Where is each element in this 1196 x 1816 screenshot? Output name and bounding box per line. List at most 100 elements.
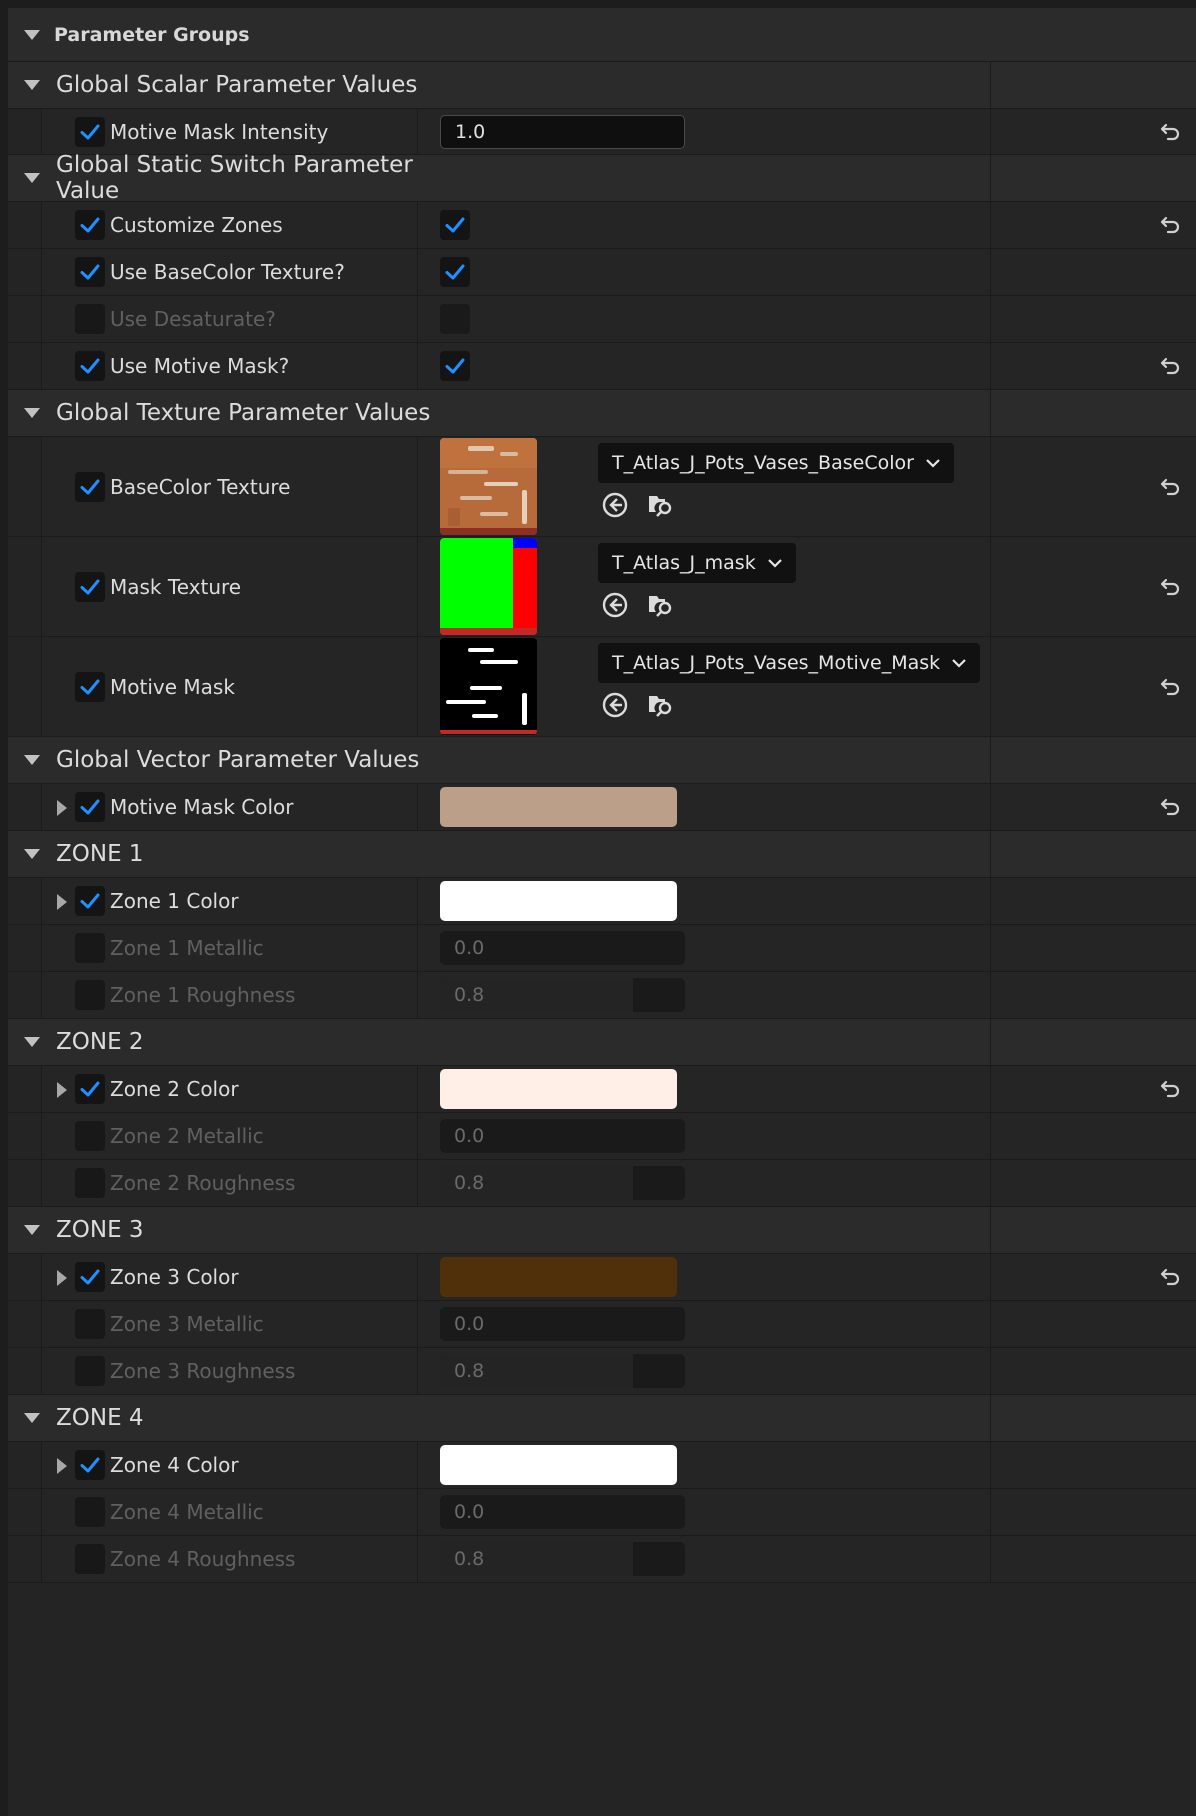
header-title: Parameter Groups [54,23,250,46]
param-label: Use Desaturate? [110,307,276,331]
collapse-arrow-icon[interactable] [24,408,40,418]
group-zone-1[interactable]: ZONE 1 [8,831,1196,878]
details-panel: Parameter Groups Global Scalar Parameter… [8,8,1196,1816]
collapse-arrow-icon[interactable] [24,1225,40,1235]
override-checkbox[interactable] [75,792,105,822]
override-checkbox[interactable] [75,933,105,963]
param-row-zone-4-metallic: Zone 4 Metallic 0.0 [8,1489,1196,1536]
mask-asset-combo[interactable]: T_Atlas_J_mask [598,543,796,583]
value-checkbox[interactable] [440,304,470,334]
collapse-arrow-icon[interactable] [24,849,40,859]
override-checkbox[interactable] [75,672,105,702]
param-label: Zone 3 Roughness [110,1359,296,1383]
reset-to-default-icon[interactable] [1158,474,1184,500]
use-selected-asset-icon[interactable] [600,690,630,720]
expand-arrow-icon[interactable] [57,1458,67,1474]
use-selected-asset-icon[interactable] [600,490,630,520]
reset-to-default-icon[interactable] [1158,1076,1184,1102]
override-checkbox[interactable] [75,257,105,287]
param-row-basecolor-texture: BaseColor Texture T_Atlas_J_Pots_Vases_B… [8,437,1196,537]
collapse-arrow-icon[interactable] [24,1037,40,1047]
mask-texture-thumbnail[interactable] [440,538,537,635]
color-swatch[interactable] [440,1257,677,1297]
group-title: ZONE 3 [56,1217,144,1243]
metallic-input[interactable]: 0.0 [440,931,685,965]
browse-asset-icon[interactable] [646,490,676,520]
override-checkbox[interactable] [75,1544,105,1574]
roughness-slider[interactable]: 0.8 [440,1354,685,1388]
override-checkbox[interactable] [75,351,105,381]
motive-mask-intensity-input[interactable]: 1.0 [440,115,685,149]
param-label: Motive Mask Color [110,795,294,819]
reset-to-default-icon[interactable] [1158,1264,1184,1290]
group-scalar[interactable]: Global Scalar Parameter Values [8,62,1196,109]
basecolor-asset-combo[interactable]: T_Atlas_J_Pots_Vases_BaseColor [598,443,954,483]
param-label: Motive Mask [110,675,235,699]
override-checkbox[interactable] [75,1356,105,1386]
group-static-switch[interactable]: Global Static Switch Parameter Value [8,152,1196,204]
metallic-input[interactable]: 0.0 [440,1495,685,1529]
group-texture[interactable]: Global Texture Parameter Values [8,390,1196,437]
param-row-customize-zones: Customize Zones [8,202,1196,249]
param-row-zone-3-color: Zone 3 Color [8,1254,1196,1301]
override-checkbox[interactable] [75,1497,105,1527]
color-swatch[interactable] [440,787,677,827]
metallic-input[interactable]: 0.0 [440,1307,685,1341]
override-checkbox[interactable] [75,1121,105,1151]
reset-to-default-icon[interactable] [1158,794,1184,820]
override-checkbox[interactable] [75,472,105,502]
collapse-arrow-icon[interactable] [24,80,40,90]
basecolor-texture-thumbnail[interactable] [440,438,537,535]
chevron-down-icon [952,659,966,668]
value-checkbox[interactable] [440,351,470,381]
override-checkbox[interactable] [75,1309,105,1339]
reset-to-default-icon[interactable] [1158,574,1184,600]
color-swatch[interactable] [440,1069,677,1109]
expand-arrow-icon[interactable] [57,800,67,816]
group-zone-2[interactable]: ZONE 2 [8,1019,1196,1066]
roughness-slider[interactable]: 0.8 [440,1166,685,1200]
motive-mask-thumbnail[interactable] [440,638,537,735]
reset-to-default-icon[interactable] [1158,353,1184,379]
expand-arrow-icon[interactable] [57,1082,67,1098]
color-swatch[interactable] [440,881,677,921]
collapse-arrow-icon[interactable] [24,755,40,765]
value-checkbox[interactable] [440,257,470,287]
param-label: BaseColor Texture [110,475,291,499]
group-title: ZONE 4 [56,1405,144,1431]
override-checkbox[interactable] [75,1074,105,1104]
override-checkbox[interactable] [75,572,105,602]
param-row-use-desaturate: Use Desaturate? [8,296,1196,343]
use-selected-asset-icon[interactable] [600,590,630,620]
group-zone-3[interactable]: ZONE 3 [8,1207,1196,1254]
override-checkbox[interactable] [75,210,105,240]
reset-to-default-icon[interactable] [1158,674,1184,700]
value-checkbox[interactable] [440,210,470,240]
expand-arrow-icon[interactable] [57,1270,67,1286]
override-checkbox[interactable] [75,886,105,916]
override-checkbox[interactable] [75,980,105,1010]
override-checkbox[interactable] [75,304,105,334]
param-label: Zone 4 Roughness [110,1547,296,1571]
collapse-arrow-icon[interactable] [24,1413,40,1423]
collapse-arrow-icon[interactable] [24,173,40,183]
param-label: Zone 3 Color [110,1265,239,1289]
motive-mask-asset-combo[interactable]: T_Atlas_J_Pots_Vases_Motive_Mask [598,643,981,683]
metallic-input[interactable]: 0.0 [440,1119,685,1153]
override-checkbox[interactable] [75,1168,105,1198]
parameter-groups-header[interactable]: Parameter Groups [8,8,1196,62]
roughness-slider[interactable]: 0.8 [440,978,685,1012]
browse-asset-icon[interactable] [646,590,676,620]
roughness-slider[interactable]: 0.8 [440,1542,685,1576]
group-zone-4[interactable]: ZONE 4 [8,1395,1196,1442]
override-checkbox[interactable] [75,1450,105,1480]
collapse-arrow-icon[interactable] [24,29,40,40]
browse-asset-icon[interactable] [646,690,676,720]
reset-to-default-icon[interactable] [1158,212,1184,238]
color-swatch[interactable] [440,1445,677,1485]
reset-to-default-icon[interactable] [1158,119,1184,145]
expand-arrow-icon[interactable] [57,894,67,910]
override-checkbox[interactable] [75,117,105,147]
group-vector[interactable]: Global Vector Parameter Values [8,737,1196,784]
override-checkbox[interactable] [75,1262,105,1292]
